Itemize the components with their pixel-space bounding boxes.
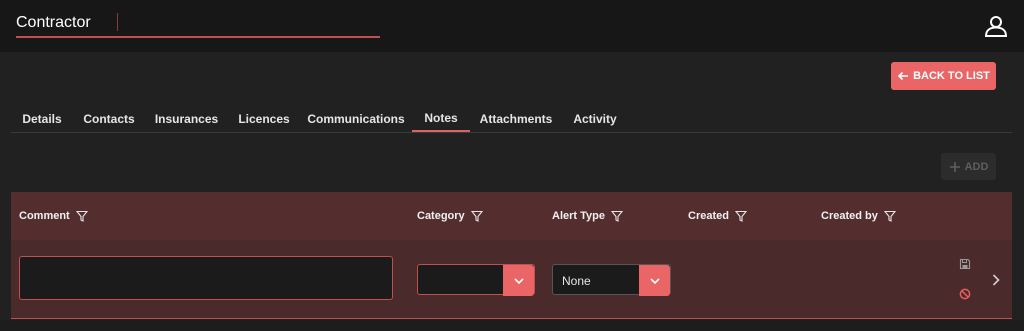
user-icon[interactable] bbox=[983, 13, 1009, 39]
tab-communications[interactable]: Communications bbox=[300, 105, 412, 132]
tab-insurances[interactable]: Insurances bbox=[145, 105, 228, 132]
chevron-right-icon[interactable] bbox=[991, 273, 1001, 287]
filter-icon[interactable] bbox=[883, 210, 896, 222]
filter-icon[interactable] bbox=[75, 210, 88, 222]
tab-notes[interactable]: Notes bbox=[412, 105, 470, 132]
alert-type-dropdown-button[interactable] bbox=[639, 265, 670, 296]
filter-icon[interactable] bbox=[470, 210, 483, 222]
top-bar: Contractor bbox=[0, 0, 1024, 52]
tab-label: Details bbox=[22, 111, 62, 126]
cancel-icon[interactable] bbox=[959, 288, 971, 300]
arrow-left-icon bbox=[897, 71, 909, 81]
tab-bar: Details Contacts Insurances Licences Com… bbox=[11, 105, 1012, 133]
tab-label: Licences bbox=[238, 111, 290, 126]
column-header-created: Created bbox=[688, 192, 747, 240]
comment-input[interactable] bbox=[19, 256, 393, 300]
alert-type-select[interactable]: None bbox=[552, 264, 671, 296]
tab-licences[interactable]: Licences bbox=[228, 105, 300, 132]
tab-label: Insurances bbox=[154, 111, 219, 126]
back-to-list-label: BACK TO LIST bbox=[913, 70, 990, 82]
column-header-alert-type: Alert Type bbox=[552, 192, 623, 240]
tab-attachments[interactable]: Attachments bbox=[470, 105, 562, 132]
back-to-list-button[interactable]: BACK TO LIST bbox=[891, 62, 996, 90]
tab-label: Attachments bbox=[479, 111, 553, 126]
tab-label: Activity bbox=[573, 111, 617, 126]
column-label: Comment bbox=[19, 210, 70, 222]
column-header-category: Category bbox=[417, 192, 483, 240]
filter-icon[interactable] bbox=[734, 210, 747, 222]
column-label: Alert Type bbox=[552, 210, 605, 222]
tab-activity[interactable]: Activity bbox=[562, 105, 628, 132]
save-icon[interactable] bbox=[959, 258, 971, 270]
record-title: Contractor bbox=[16, 14, 91, 31]
grid-header: Comment Category Alert Type Created Crea… bbox=[11, 192, 1012, 240]
plus-icon bbox=[949, 161, 960, 172]
tab-details[interactable]: Details bbox=[11, 105, 73, 132]
add-label: ADD bbox=[964, 160, 989, 173]
filter-icon[interactable] bbox=[610, 210, 623, 222]
tab-label: Communications bbox=[307, 111, 405, 126]
record-title-field[interactable]: Contractor bbox=[16, 10, 380, 38]
column-label: Created bbox=[688, 210, 729, 222]
column-label: Category bbox=[417, 210, 465, 222]
category-dropdown-button[interactable] bbox=[503, 265, 534, 296]
tab-contacts[interactable]: Contacts bbox=[73, 105, 145, 132]
chevron-down-icon bbox=[649, 277, 660, 284]
column-header-comment: Comment bbox=[19, 192, 88, 240]
chevron-down-icon bbox=[513, 277, 524, 284]
category-select[interactable] bbox=[417, 264, 535, 296]
column-header-created-by: Created by bbox=[821, 192, 896, 240]
add-button[interactable]: ADD bbox=[941, 153, 996, 180]
tab-label: Notes bbox=[424, 110, 458, 125]
alert-type-value: None bbox=[562, 274, 591, 288]
page-footer-area bbox=[0, 320, 1024, 331]
text-caret bbox=[117, 13, 118, 31]
tab-label: Contacts bbox=[83, 111, 135, 126]
edit-row: None bbox=[11, 240, 1012, 319]
column-label: Created by bbox=[821, 210, 878, 222]
